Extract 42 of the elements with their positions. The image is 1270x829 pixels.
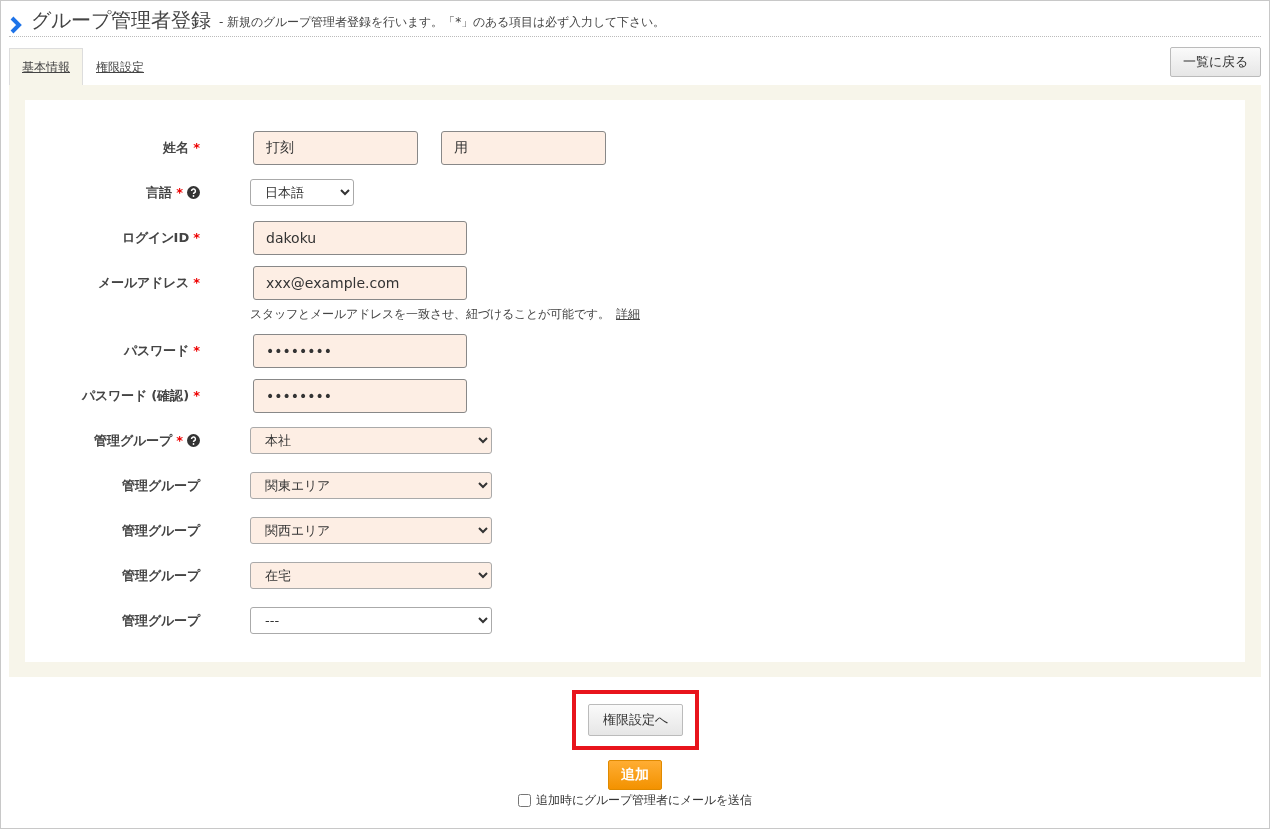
required-mark: * (193, 275, 200, 290)
field-label: 管理グループ (122, 476, 200, 495)
group-select[interactable]: 本社 (250, 427, 492, 454)
group-select[interactable]: 在宅 (250, 562, 492, 589)
field-label: 姓名 (163, 138, 190, 157)
tab[interactable]: 権限設定 (83, 48, 157, 85)
text-field[interactable]: dakoku (253, 220, 467, 255)
field-label: ログインID (121, 228, 190, 247)
help-icon[interactable] (187, 186, 200, 199)
next-button[interactable]: 権限設定へ (587, 704, 683, 736)
tab[interactable]: 基本情報 (9, 48, 83, 85)
password-field[interactable]: •••••••• (253, 378, 467, 413)
field-label: 言語 (146, 183, 173, 202)
text-field[interactable]: xxx@example.com (253, 265, 467, 300)
chevron-icon (9, 16, 23, 34)
group-select[interactable]: 関西エリア (250, 517, 492, 544)
text-field[interactable]: 用 (441, 130, 606, 165)
back-button[interactable]: 一覧に戻る (1170, 47, 1261, 77)
language-select[interactable]: 日本語 (250, 179, 354, 206)
required-mark: * (176, 185, 183, 200)
required-mark: * (193, 230, 200, 245)
field-label: 管理グループ (122, 521, 200, 540)
page-description: - 新規のグループ管理者登録を行います。「*」のある項目は必ず入力して下さい。 (219, 14, 666, 31)
password-field[interactable]: •••••••• (253, 333, 467, 368)
required-mark: * (193, 343, 200, 358)
required-mark: * (193, 388, 200, 403)
required-mark: * (176, 433, 183, 448)
field-label: 管理グループ (94, 431, 173, 450)
details-link[interactable]: 詳細 (616, 307, 640, 321)
field-label: パスワード (確認) (81, 386, 190, 405)
text-field[interactable]: 打刻 (253, 130, 418, 165)
help-icon[interactable] (187, 434, 200, 447)
group-select[interactable]: 関東エリア (250, 472, 492, 499)
field-label: パスワード (124, 341, 190, 360)
field-label: 管理グループ (122, 611, 200, 630)
group-select[interactable]: --- (250, 607, 492, 634)
field-label: メールアドレス (98, 273, 190, 292)
page-title: グループ管理者登録 (31, 7, 211, 34)
field-label: 管理グループ (122, 566, 200, 585)
hint-text: スタッフとメールアドレスを一致させ、紐づけることが可能です。 (250, 307, 610, 321)
checkbox[interactable] (518, 794, 531, 807)
required-mark: * (193, 140, 200, 155)
